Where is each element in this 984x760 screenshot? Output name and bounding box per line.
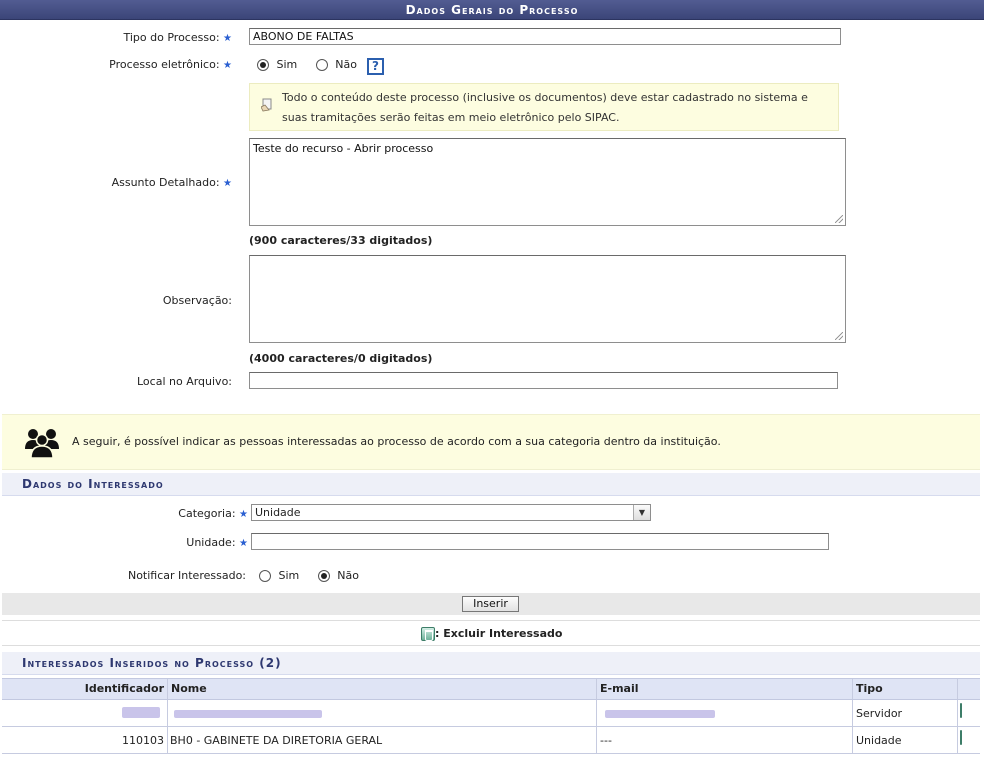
interessados-info-bar: A seguir, é possível indicar as pessoas … — [2, 414, 980, 470]
observacao-char-counter: (4000 caracteres/0 digitados) — [249, 352, 433, 365]
trash-icon[interactable] — [960, 703, 962, 718]
resize-grip-icon[interactable] — [835, 332, 843, 340]
notificar-sim-radio[interactable] — [259, 570, 271, 582]
legend: : Excluir Interessado — [421, 626, 562, 642]
redacted-value — [122, 706, 160, 718]
unidade-label: Unidade: ★ — [186, 536, 248, 549]
tipo-processo-field[interactable]: ABONO DE FALTAS — [249, 28, 841, 45]
categoria-select[interactable]: Unidade ▼ — [251, 504, 651, 521]
notificar-label: Notificar Interessado: — [127, 569, 246, 582]
assunto-detalhado-label: Assunto Detalhado: ★ — [111, 176, 232, 189]
col-identificador: Identificador — [84, 682, 164, 695]
notificar-sim-label: Sim — [278, 569, 300, 582]
document-hand-icon — [260, 98, 273, 112]
assunto-detalhado-textarea[interactable]: Teste do recurso - Abrir processo — [249, 138, 846, 226]
col-tipo: Tipo — [856, 682, 883, 695]
row-nome: BH0 - GABINETE DA DIRETORIA GERAL — [170, 734, 383, 747]
row-tipo: Servidor — [856, 707, 903, 720]
row-email: --- — [600, 734, 612, 747]
eletronico-nao-label: Não — [335, 58, 357, 71]
eletronico-sim-radio[interactable] — [257, 59, 269, 71]
inserir-button[interactable]: Inserir — [462, 596, 519, 612]
trash-icon — [421, 627, 435, 641]
interessados-inseridos-caption: Interessados Inseridos no Processo (2) — [2, 652, 980, 675]
categoria-label: Categoria: ★ — [178, 507, 248, 520]
assunto-char-counter: (900 caracteres/33 digitados) — [249, 234, 433, 247]
processo-eletronico-label: Processo eletrônico: ★ — [109, 58, 232, 71]
electronic-process-note: Todo o conteúdo deste processo (inclusiv… — [249, 83, 839, 131]
trash-icon[interactable] — [960, 730, 962, 745]
redacted-value — [174, 710, 322, 718]
chevron-down-icon[interactable]: ▼ — [633, 505, 650, 520]
notificar-nao-label: Não — [337, 569, 359, 582]
notificar-nao-radio[interactable] — [317, 570, 330, 582]
resize-grip-icon[interactable] — [835, 215, 843, 223]
question-icon[interactable]: ? — [367, 58, 384, 75]
tipo-processo-label: Tipo do Processo: ★ — [123, 31, 233, 44]
row-email — [605, 700, 715, 726]
observacao-textarea[interactable] — [249, 255, 846, 343]
row-identificador — [2, 700, 160, 726]
local-arquivo-field[interactable] — [249, 372, 838, 389]
notificar-options: Sim Não — [259, 568, 359, 584]
col-email: E-mail — [600, 682, 639, 695]
people-group-icon — [24, 427, 60, 459]
interessados-table-header: Identificador Nome E-mail Tipo — [2, 678, 980, 700]
required-star-icon: ★ — [223, 33, 232, 44]
processo-eletronico-options: Sim Não — [257, 57, 357, 73]
dados-interessado-caption: Dados do Interessado — [2, 473, 980, 496]
required-star-icon: ★ — [223, 60, 232, 71]
required-star-icon: ★ — [239, 509, 248, 520]
required-star-icon: ★ — [239, 538, 248, 549]
col-nome: Nome — [171, 682, 207, 695]
required-star-icon: ★ — [223, 178, 232, 189]
row-nome — [174, 700, 322, 726]
unidade-field[interactable] — [251, 533, 829, 550]
local-arquivo-label: Local no Arquivo: — [136, 375, 232, 388]
table-row: Servidor — [2, 700, 980, 727]
eletronico-sim-label: Sim — [276, 58, 298, 71]
redacted-value — [605, 710, 715, 718]
section-caption: Dados Gerais do Processo — [0, 0, 984, 20]
interessados-info-text: A seguir, é possível indicar as pessoas … — [72, 435, 721, 448]
observacao-label: Observação: — [162, 294, 232, 307]
table-row: 110103 BH0 - GABINETE DA DIRETORIA GERAL… — [2, 727, 980, 754]
eletronico-nao-radio[interactable] — [315, 59, 328, 71]
row-identificador: 110103 — [122, 734, 164, 747]
row-tipo: Unidade — [856, 734, 902, 747]
